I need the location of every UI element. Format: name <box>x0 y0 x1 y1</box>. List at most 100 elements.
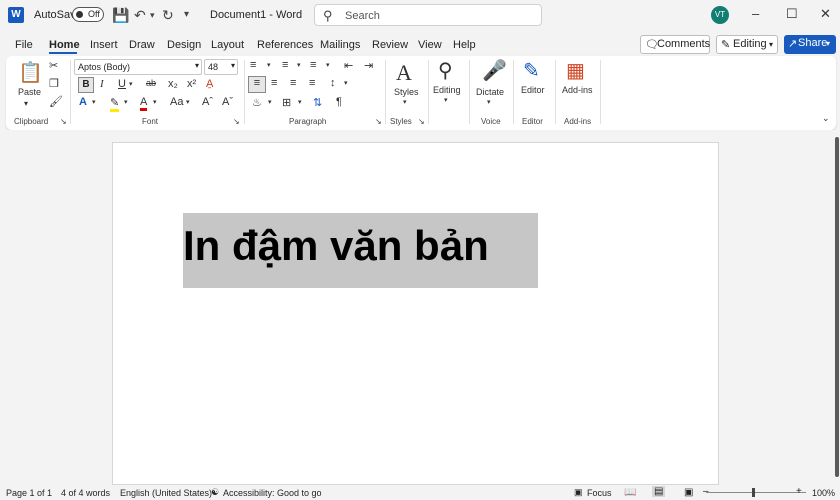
cut-icon[interactable]: ✂ <box>49 59 58 72</box>
format-painter-icon[interactable]: 🖌 <box>49 95 63 108</box>
bullets-dropdown-icon[interactable]: ▾ <box>267 61 271 69</box>
customize-toolbar-icon[interactable]: ▾ <box>184 9 189 20</box>
editing-mode-button[interactable]: ✎ Editing ▾ <box>716 35 778 54</box>
word-count[interactable]: 4 of 4 words <box>61 488 110 498</box>
tab-home[interactable]: Home <box>49 39 80 51</box>
avatar[interactable]: VT <box>711 6 729 24</box>
autosave-toggle[interactable]: Off <box>72 7 104 22</box>
tab-insert[interactable]: Insert <box>90 39 118 51</box>
underline-icon[interactable]: U <box>118 78 126 90</box>
borders-dropdown-icon[interactable]: ▾ <box>298 98 302 106</box>
italic-icon[interactable]: I <box>100 78 104 90</box>
styles-icon[interactable]: A <box>396 60 412 86</box>
clear-formatting-icon[interactable]: A̱ <box>206 78 213 90</box>
web-layout-icon[interactable]: ▣ <box>684 487 693 498</box>
styles-dropdown-icon[interactable]: ▾ <box>403 98 407 106</box>
accessibility-status[interactable]: Accessibility: Good to go <box>223 488 322 498</box>
zoom-slider[interactable] <box>706 492 806 493</box>
paragraph-launcher-icon[interactable]: ↘ <box>375 117 382 126</box>
tab-design[interactable]: Design <box>167 39 201 51</box>
superscript-icon[interactable]: x² <box>187 78 196 90</box>
search-input[interactable]: ⚲ Search <box>314 4 542 26</box>
save-icon[interactable]: 💾 <box>112 7 129 24</box>
document-page[interactable] <box>112 142 719 485</box>
shading-dropdown-icon[interactable]: ▾ <box>268 98 272 106</box>
font-name-select[interactable]: Aptos (Body) ▾ <box>74 59 202 75</box>
strikethrough-icon[interactable]: ab <box>146 78 156 88</box>
dictate-label[interactable]: Dictate <box>476 87 504 97</box>
zoom-slider-thumb[interactable] <box>752 488 755 497</box>
minimize-button[interactable]: – <box>752 6 759 21</box>
dictate-dropdown-icon[interactable]: ▾ <box>487 98 491 106</box>
share-button[interactable]: ↗ Share ▾ <box>784 35 836 54</box>
highlight-dropdown-icon[interactable]: ▾ <box>124 98 128 106</box>
subscript-icon[interactable]: x₂ <box>168 78 178 90</box>
tab-references[interactable]: References <box>257 39 313 51</box>
comments-button[interactable]: 🗨 Comments <box>640 35 710 54</box>
bullets-icon[interactable]: ≡ <box>250 59 256 71</box>
multilevel-list-icon[interactable]: ≡ <box>310 59 316 71</box>
scrollbar-thumb[interactable] <box>835 137 839 477</box>
text-effects-icon[interactable]: A <box>79 96 87 108</box>
undo-dropdown-icon[interactable]: ▾ <box>150 10 155 21</box>
document-text[interactable]: In đậm văn bản <box>183 222 489 270</box>
undo-icon[interactable]: ↶ <box>134 7 146 24</box>
decrease-indent-icon[interactable]: ⇤ <box>344 59 353 72</box>
close-button[interactable]: ✕ <box>820 6 831 22</box>
font-color-icon[interactable]: A <box>140 96 148 111</box>
underline-dropdown-icon[interactable]: ▾ <box>129 80 133 88</box>
print-layout-icon[interactable]: ▤ <box>652 486 666 497</box>
clipboard-launcher-icon[interactable]: ↘ <box>60 117 67 126</box>
highlight-icon[interactable]: ✎ <box>110 96 120 112</box>
collapse-ribbon-icon[interactable]: ⌄ <box>822 113 830 124</box>
tab-layout[interactable]: Layout <box>211 39 244 51</box>
bold-button[interactable]: B <box>78 77 94 93</box>
shrink-font-icon[interactable]: Aˇ <box>222 96 233 108</box>
tab-review[interactable]: Review <box>372 39 408 51</box>
read-mode-icon[interactable]: 📖 <box>624 487 636 498</box>
editor-icon[interactable]: ✎ <box>523 58 540 83</box>
justify-icon[interactable]: ≡ <box>309 77 315 89</box>
redo-icon[interactable]: ↻ <box>162 7 174 24</box>
editing-group-label[interactable]: Editing <box>433 85 461 95</box>
line-spacing-icon[interactable]: ↕ <box>330 77 336 89</box>
font-color-dropdown-icon[interactable]: ▾ <box>153 98 157 106</box>
page-count[interactable]: Page 1 of 1 <box>6 488 52 498</box>
tab-draw[interactable]: Draw <box>129 39 155 51</box>
increase-indent-icon[interactable]: ⇥ <box>364 59 373 72</box>
microphone-icon[interactable]: 🎤 <box>482 58 507 83</box>
paste-dropdown-icon[interactable]: ▾ <box>24 99 28 108</box>
tab-view[interactable]: View <box>418 39 442 51</box>
zoom-in-icon[interactable]: + <box>796 486 802 497</box>
focus-button[interactable]: Focus <box>587 488 612 498</box>
font-launcher-icon[interactable]: ↘ <box>233 117 240 126</box>
show-formatting-icon[interactable]: ¶ <box>336 96 342 108</box>
add-ins-label[interactable]: Add-ins <box>562 85 593 95</box>
styles-label[interactable]: Styles <box>394 87 419 97</box>
editor-label[interactable]: Editor <box>521 85 545 95</box>
multilevel-dropdown-icon[interactable]: ▾ <box>326 61 330 69</box>
styles-launcher-icon[interactable]: ↘ <box>418 117 425 126</box>
tab-help[interactable]: Help <box>453 39 476 51</box>
numbering-dropdown-icon[interactable]: ▾ <box>297 61 301 69</box>
tab-file[interactable]: File <box>15 39 33 51</box>
shading-icon[interactable]: ♨ <box>252 96 262 109</box>
tab-mailings[interactable]: Mailings <box>320 39 360 51</box>
grow-font-icon[interactable]: Aˆ <box>202 96 213 108</box>
editing-dropdown-icon[interactable]: ▾ <box>444 96 448 104</box>
align-center-icon[interactable]: ≡ <box>271 77 277 89</box>
change-case-dropdown-icon[interactable]: ▾ <box>186 98 190 106</box>
find-icon[interactable]: ⚲ <box>438 58 453 83</box>
line-spacing-dropdown-icon[interactable]: ▾ <box>344 79 348 87</box>
text-effects-dropdown-icon[interactable]: ▾ <box>92 98 96 106</box>
paste-label[interactable]: Paste <box>18 87 41 97</box>
maximize-button[interactable]: ☐ <box>786 6 798 22</box>
language-status[interactable]: English (United States) <box>120 488 212 498</box>
add-ins-icon[interactable]: ▦ <box>566 58 585 83</box>
zoom-level[interactable]: 100% <box>812 488 835 498</box>
paste-icon[interactable]: 📋 <box>18 60 43 85</box>
sort-icon[interactable]: ⇅ <box>313 96 322 109</box>
numbering-icon[interactable]: ≡ <box>282 59 288 71</box>
align-right-icon[interactable]: ≡ <box>290 77 296 89</box>
font-size-select[interactable]: 48 ▾ <box>204 59 238 75</box>
